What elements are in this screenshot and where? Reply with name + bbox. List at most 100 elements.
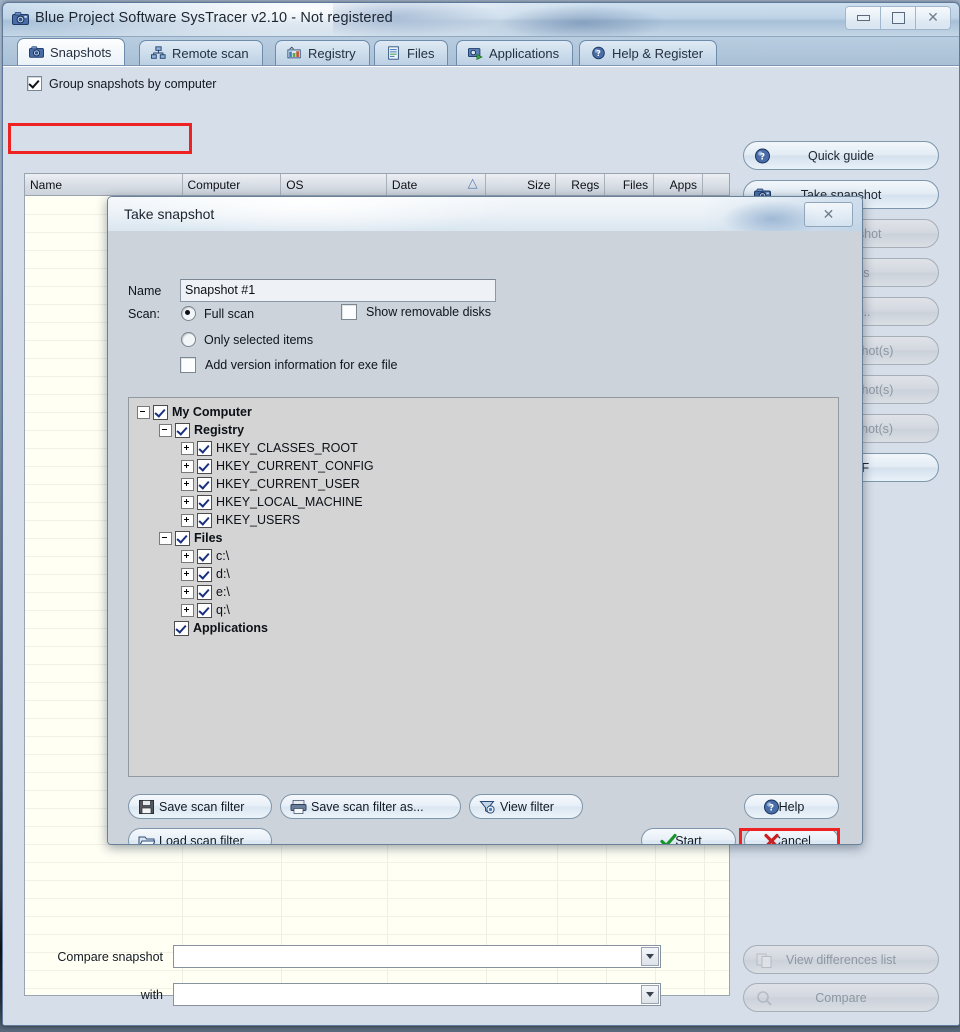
help-icon: ? xyxy=(764,799,779,815)
save-scan-filter-as-button[interactable]: Save scan filter as... xyxy=(280,794,461,819)
column-header-os[interactable]: OS xyxy=(281,174,387,195)
collapse-icon[interactable] xyxy=(137,405,150,419)
snapshot-name-input[interactable]: Snapshot #1 xyxy=(180,279,496,302)
tab-registry[interactable]: Registry xyxy=(275,40,370,65)
column-header-computer[interactable]: Computer xyxy=(182,174,282,195)
tree-node-files[interactable]: Files xyxy=(134,529,838,547)
tree-node-hkey-current-config[interactable]: HKEY_CURRENT_CONFIG xyxy=(134,457,838,475)
tab-help-register[interactable]: ? Help & Register xyxy=(579,40,718,65)
column-header-files[interactable]: Files xyxy=(605,174,655,195)
checkbox-box xyxy=(341,304,357,320)
view-differences-list-button[interactable]: View differences list xyxy=(743,945,939,974)
view-filter-button[interactable]: View filter xyxy=(469,794,583,819)
tree-checkbox[interactable] xyxy=(197,476,212,492)
collapse-icon[interactable] xyxy=(159,531,172,545)
expand-icon[interactable] xyxy=(181,549,194,563)
sort-ascending-icon: △ xyxy=(467,176,478,191)
tree-checkbox[interactable] xyxy=(174,620,189,636)
column-header-date[interactable]: Date △ xyxy=(386,174,486,195)
sidebar-item-quick-guide[interactable]: ? Quick guide xyxy=(743,141,939,170)
tab-label: Files xyxy=(407,45,435,61)
load-scan-filter-button[interactable]: Load scan filter xyxy=(128,828,272,845)
column-header-regs[interactable]: Regs xyxy=(556,174,606,195)
tree-checkbox[interactable] xyxy=(197,602,212,618)
tab-label: Snapshots xyxy=(50,44,112,60)
tree-node-drive-d[interactable]: d:\ xyxy=(134,565,838,583)
scan-filter-tree[interactable]: My Computer Registry HKEY_CLASSES_ROOT H… xyxy=(128,397,839,777)
maximize-button[interactable] xyxy=(881,7,916,29)
tree-label: q:\ xyxy=(216,603,230,617)
column-header-apps[interactable]: Apps xyxy=(654,174,704,195)
chevron-down-icon[interactable] xyxy=(641,985,659,1004)
save-scan-filter-button[interactable]: Save scan filter xyxy=(128,794,272,819)
svg-text:?: ? xyxy=(596,49,601,58)
window-titlebar: Blue Project Software SysTracer v2.10 - … xyxy=(3,3,959,37)
tab-remote-scan[interactable]: Remote scan xyxy=(139,40,263,65)
tree-node-drive-e[interactable]: e:\ xyxy=(134,583,838,601)
collapse-icon[interactable] xyxy=(159,423,172,437)
column-label: Regs xyxy=(571,177,600,192)
radio-only-selected-items[interactable]: Only selected items xyxy=(181,332,313,347)
expand-icon[interactable] xyxy=(181,603,194,617)
tab-snapshots[interactable]: Snapshots xyxy=(17,38,126,65)
tree-checkbox[interactable] xyxy=(197,548,212,564)
tree-label: HKEY_CURRENT_CONFIG xyxy=(216,459,374,473)
name-label: Name xyxy=(128,283,162,298)
redcross-icon xyxy=(764,833,779,844)
column-header-size[interactable]: Size xyxy=(485,174,557,195)
button-label: Load scan filter xyxy=(159,833,244,845)
tree-checkbox[interactable] xyxy=(197,566,212,582)
radio-full-scan[interactable]: Full scan xyxy=(181,306,254,321)
expand-icon[interactable] xyxy=(181,585,194,599)
expand-icon[interactable] xyxy=(181,441,194,455)
expand-icon[interactable] xyxy=(181,567,194,581)
tree-node-drive-q[interactable]: q:\ xyxy=(134,601,838,619)
tree-checkbox[interactable] xyxy=(175,422,190,438)
expand-icon[interactable] xyxy=(181,459,194,473)
tree-label: My Computer xyxy=(172,405,252,419)
dialog-close-button[interactable]: ✕ xyxy=(804,202,853,227)
tree-node-my-computer[interactable]: My Computer xyxy=(134,403,838,421)
expand-icon[interactable] xyxy=(181,513,194,527)
compare-button[interactable]: Compare xyxy=(743,983,939,1012)
tree-node-hkey-current-user[interactable]: HKEY_CURRENT_USER xyxy=(134,475,838,493)
tree-node-hkey-users[interactable]: HKEY_USERS xyxy=(134,511,838,529)
application-window: Blue Project Software SysTracer v2.10 - … xyxy=(2,2,960,1026)
help-icon: ? xyxy=(592,46,605,60)
compare-snapshot-row: Compare snapshot xyxy=(3,945,661,968)
tree-checkbox[interactable] xyxy=(197,458,212,474)
chevron-down-icon[interactable] xyxy=(641,947,659,966)
cancel-button[interactable]: Cancel xyxy=(744,828,839,844)
dialog-title: Take snapshot xyxy=(124,206,215,222)
group-snapshots-checkbox[interactable]: Group snapshots by computer xyxy=(27,76,216,91)
checkbox-add-version-info[interactable]: Add version information for exe file xyxy=(180,357,397,373)
tree-checkbox[interactable] xyxy=(197,440,212,456)
tree-node-applications[interactable]: Applications xyxy=(134,619,838,637)
tree-node-drive-c[interactable]: c:\ xyxy=(134,547,838,565)
column-label: Files xyxy=(622,177,649,192)
tree-checkbox[interactable] xyxy=(197,494,212,510)
tab-files[interactable]: Files xyxy=(374,40,449,65)
checkbox-show-removable-disks[interactable]: Show removable disks xyxy=(341,304,491,320)
compare-with-combobox[interactable] xyxy=(173,983,661,1006)
start-button[interactable]: Start xyxy=(641,828,736,844)
tree-checkbox[interactable] xyxy=(153,404,168,420)
tree-checkbox[interactable] xyxy=(175,530,190,546)
column-header-name[interactable]: Name xyxy=(25,174,183,195)
tree-checkbox[interactable] xyxy=(197,512,212,528)
tree-node-hkey-local-machine[interactable]: HKEY_LOCAL_MACHINE xyxy=(134,493,838,511)
compare-snapshot-combobox[interactable] xyxy=(173,945,661,968)
expand-icon[interactable] xyxy=(181,495,194,509)
group-snapshots-label: Group snapshots by computer xyxy=(49,76,217,91)
name-row: Name Snapshot #1 xyxy=(128,279,496,302)
list-header-row: Name Computer OS Date △ Size Regs Files … xyxy=(25,174,729,196)
close-button[interactable]: ✕ xyxy=(916,7,950,29)
tab-applications[interactable]: Applications xyxy=(456,40,574,65)
expand-icon[interactable] xyxy=(181,477,194,491)
minimize-button[interactable] xyxy=(846,7,881,29)
help-icon: ? xyxy=(755,148,770,164)
help-button[interactable]: ? Help xyxy=(744,794,839,819)
tree-checkbox[interactable] xyxy=(197,584,212,600)
tree-node-registry[interactable]: Registry xyxy=(134,421,838,439)
tree-node-hkey-classes-root[interactable]: HKEY_CLASSES_ROOT xyxy=(134,439,838,457)
